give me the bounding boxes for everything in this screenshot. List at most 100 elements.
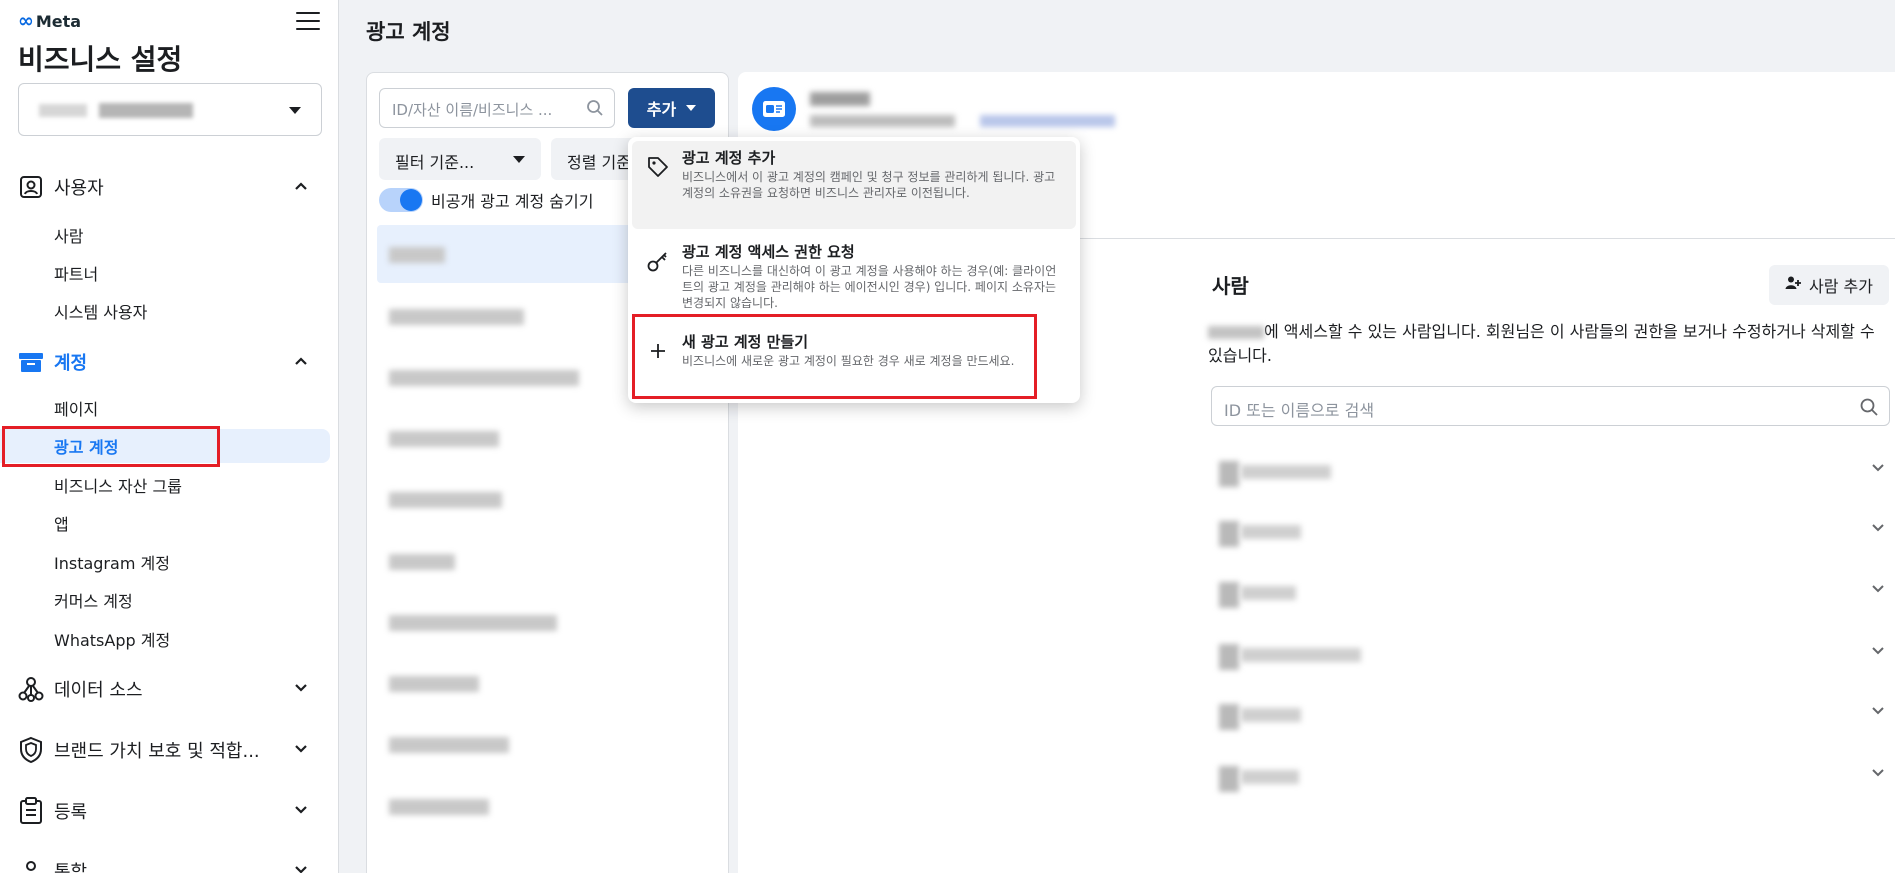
sidebar-section-label: 통합	[54, 862, 88, 873]
chevron-down-icon	[1871, 582, 1885, 596]
sidebar-section-label: 데이터 소스	[54, 680, 143, 701]
meta-logo: ∞ Meta	[18, 10, 81, 32]
sidebar-item-ad-accounts[interactable]: 광고 계정	[0, 429, 330, 463]
data-sources-icon	[16, 674, 46, 704]
sidebar-section-brand-safety[interactable]: 브랜드 가치 보호 및 적합...	[16, 730, 322, 770]
menu-item-title: 광고 계정 액세스 권한 요청	[682, 243, 855, 261]
person-row[interactable]	[1205, 566, 1895, 616]
sidebar-section-users[interactable]: 사용자	[16, 167, 322, 207]
sidebar-section-label: 계정	[54, 353, 88, 374]
chevron-down-icon	[1871, 766, 1885, 780]
sidebar-section-label: 등록	[54, 802, 88, 823]
add-menu-dropdown: 광고 계정 추가 비즈니스에서 이 광고 계정의 캠페인 및 청구 정보를 관리…	[628, 137, 1080, 403]
person-row[interactable]	[1205, 445, 1895, 495]
menu-item-add-ad-account[interactable]: 광고 계정 추가 비즈니스에서 이 광고 계정의 캠페인 및 청구 정보를 관리…	[632, 141, 1076, 229]
chevron-down-icon	[294, 742, 308, 756]
key-icon	[646, 249, 670, 273]
chevron-up-icon	[294, 179, 308, 193]
ad-account-row[interactable]	[377, 470, 718, 528]
ad-account-row[interactable]	[377, 532, 718, 590]
person-row[interactable]	[1205, 628, 1895, 678]
add-person-label: 사람 추가	[1809, 277, 1873, 296]
sidebar-section-data-sources[interactable]: 데이터 소스	[16, 669, 322, 709]
sidebar: ∞ Meta 비즈니스 설정 사용자 사람 파트너 시스템 사용자 계정 페이지…	[0, 0, 339, 873]
people-description: 에 액세스할 수 있는 사람입니다. 회원님은 이 사람들의 권한을 보거나 수…	[1208, 320, 1888, 368]
integrations-icon	[16, 856, 46, 873]
sidebar-item-partners[interactable]: 파트너	[0, 256, 339, 290]
menu-item-description: 비즈니스에 새로운 광고 계정이 필요한 경우 새로 계정을 만드세요.	[682, 354, 1015, 368]
hide-private-accounts-row: 비공개 광고 계정 숨기기	[379, 185, 593, 215]
account-name-redacted	[810, 92, 870, 106]
sidebar-section-label: 브랜드 가치 보호 및 적합...	[54, 741, 260, 762]
chevron-down-icon	[1871, 521, 1885, 535]
menu-item-request-access[interactable]: 광고 계정 액세스 권한 요청 다른 비즈니스를 대신하여 이 광고 계정을 사…	[632, 235, 1076, 311]
chevron-down-icon	[294, 803, 308, 817]
ad-account-row[interactable]	[377, 777, 718, 835]
user-card-icon	[16, 172, 46, 202]
chevron-down-icon	[1871, 461, 1885, 475]
person-row[interactable]	[1205, 688, 1895, 738]
business-selector[interactable]	[18, 83, 322, 136]
caret-down-icon	[513, 156, 525, 163]
account-link-redacted	[980, 115, 1115, 127]
sidebar-section-integrations[interactable]: 통합	[16, 851, 322, 873]
sidebar-item-people[interactable]: 사람	[0, 218, 339, 252]
ad-account-row[interactable]	[377, 715, 718, 773]
ad-account-row[interactable]	[377, 409, 718, 467]
people-search-input[interactable]: ID 또는 이름으로 검색	[1211, 386, 1890, 426]
add-button[interactable]: 추가	[628, 88, 715, 128]
search-icon	[586, 99, 604, 121]
search-icon	[1859, 397, 1879, 421]
sidebar-item-pages[interactable]: 페이지	[0, 391, 339, 425]
sidebar-item-instagram-accounts[interactable]: Instagram 계정	[0, 545, 339, 579]
business-name-redacted	[39, 104, 87, 117]
account-name-redacted	[1208, 326, 1264, 339]
meta-infinity-icon: ∞	[18, 10, 34, 32]
caret-down-icon	[686, 105, 697, 111]
ad-account-row[interactable]	[377, 593, 718, 651]
page-title: 광고 계정	[366, 20, 451, 44]
filter-button-label: 필터 기준...	[395, 153, 475, 172]
sidebar-section-accounts[interactable]: 계정	[16, 342, 322, 382]
add-button-label: 추가	[646, 100, 677, 119]
ad-account-icon	[752, 87, 796, 131]
person-row[interactable]	[1205, 750, 1895, 800]
caret-down-icon	[289, 107, 301, 114]
filter-button[interactable]: 필터 기준...	[379, 138, 541, 180]
add-person-button[interactable]: 사람 추가	[1769, 265, 1889, 305]
asset-search-input[interactable]: ID/자산 이름/비즈니스 ...	[379, 88, 615, 128]
chevron-down-icon	[1871, 644, 1885, 658]
person-row[interactable]	[1205, 505, 1895, 555]
ad-account-row[interactable]	[377, 654, 718, 712]
tag-icon	[646, 155, 670, 179]
chevron-down-icon	[294, 681, 308, 695]
menu-item-description: 비즈니스에서 이 광고 계정의 캠페인 및 청구 정보를 관리하게 됩니다. 광…	[682, 170, 1056, 200]
business-name-redacted-2	[99, 103, 193, 118]
meta-logo-text: Meta	[35, 11, 82, 31]
chevron-up-icon	[294, 354, 308, 368]
sidebar-item-business-asset-groups[interactable]: 비즈니스 자산 그룹	[0, 468, 339, 502]
menu-icon[interactable]	[296, 10, 320, 32]
chevron-down-icon	[1871, 704, 1885, 718]
sidebar-item-apps[interactable]: 앱	[0, 506, 339, 540]
people-search-placeholder: ID 또는 이름으로 검색	[1224, 401, 1375, 420]
hide-private-accounts-toggle[interactable]	[379, 188, 423, 212]
chevron-down-icon	[294, 863, 308, 873]
sidebar-item-whatsapp-accounts[interactable]: WhatsApp 계정	[0, 622, 339, 656]
sidebar-section-registrations[interactable]: 등록	[16, 791, 322, 831]
menu-item-description: 다른 비즈니스를 대신하여 이 광고 계정을 사용해야 하는 경우(예: 클라이…	[682, 264, 1057, 310]
menu-item-title: 광고 계정 추가	[682, 149, 776, 167]
people-description-text: 에 액세스할 수 있는 사람입니다. 회원님은 이 사람들의 권한을 보거나 수…	[1208, 322, 1875, 365]
sort-button-label: 정렬 기준	[567, 153, 631, 172]
clipboard-icon	[16, 796, 46, 826]
hide-private-accounts-label: 비공개 광고 계정 숨기기	[431, 192, 594, 211]
plus-icon	[646, 339, 670, 363]
archive-box-icon	[16, 347, 46, 377]
menu-item-title: 새 광고 계정 만들기	[682, 333, 809, 351]
people-section-title: 사람	[1212, 274, 1249, 298]
shield-icon	[16, 735, 46, 765]
menu-item-create-ad-account[interactable]: 새 광고 계정 만들기 비즈니스에 새로운 광고 계정이 필요한 경우 새로 계…	[632, 325, 1076, 395]
sidebar-item-commerce-accounts[interactable]: 커머스 계정	[0, 583, 339, 617]
sidebar-item-system-users[interactable]: 시스템 사용자	[0, 294, 339, 328]
app-title: 비즈니스 설정	[18, 43, 183, 76]
